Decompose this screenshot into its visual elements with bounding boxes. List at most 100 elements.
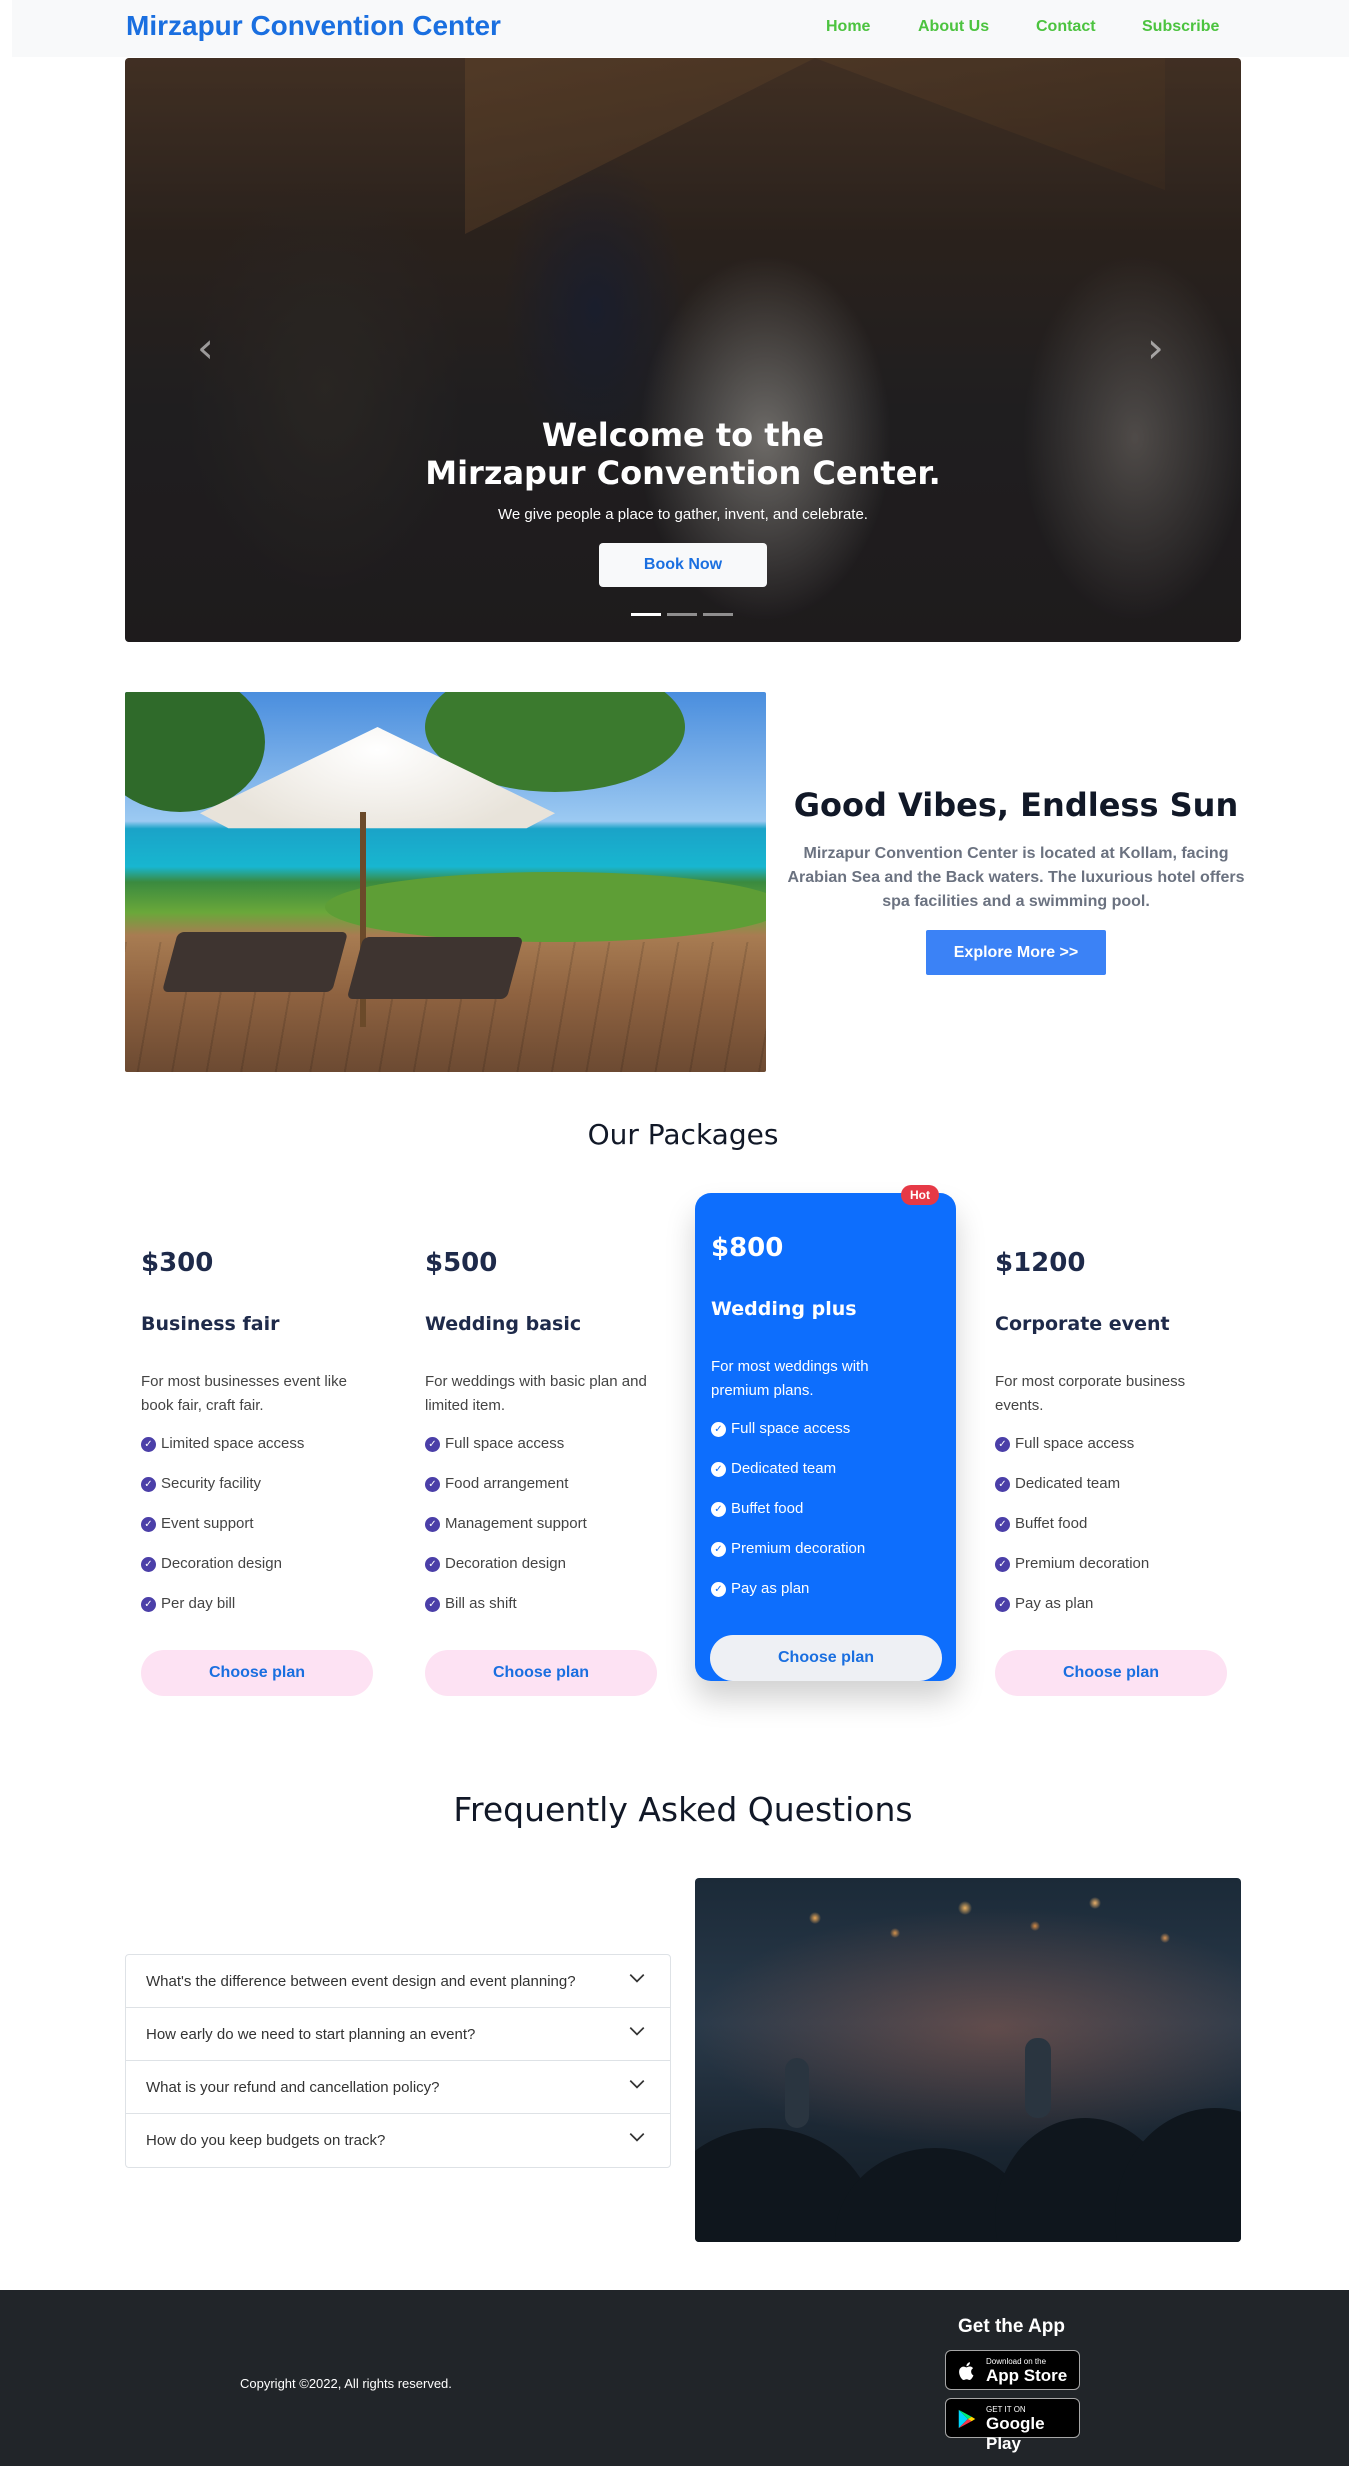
check-icon: ✓ [425,1477,440,1492]
package-feature-label: Pay as plan [731,1580,810,1597]
faq-question: What's the difference between event desi… [146,1973,576,1990]
package-feature: ✓ Decoration design [141,1555,304,1595]
carousel-indicator-1[interactable] [631,613,661,616]
hedge [325,872,766,942]
package-feature-label: Dedicated team [1015,1475,1121,1492]
package-feature-label: Pay as plan [1015,1595,1094,1612]
package-feature: ✓ Premium decoration [995,1555,1149,1595]
package-feature-label: Management support [445,1515,587,1532]
package-feature: ✓ Bill as shift [425,1595,587,1635]
brand-logo[interactable]: Mirzapur Convention Center [126,10,501,42]
package-card-business-fair: $300 Business fair For most businesses e… [125,1190,385,1710]
check-icon: ✓ [425,1437,440,1452]
check-icon: ✓ [711,1502,726,1517]
check-icon: ✓ [141,1437,156,1452]
explore-more-button[interactable]: Explore More >> [926,930,1106,975]
package-feature: ✓ Event support [141,1515,304,1555]
package-feature-label: Full space access [731,1420,851,1437]
google-play-icon [958,2409,976,2429]
faq-accordion: What's the difference between event desi… [125,1954,671,2168]
faq-question: How early do we need to start planning a… [146,2026,476,2043]
package-feature: ✓ Dedicated team [995,1475,1149,1515]
package-feature-label: Security facility [161,1475,262,1492]
faq-item[interactable]: What's the difference between event desi… [126,1955,670,2008]
check-icon: ✓ [141,1597,156,1612]
nav-link-subscribe[interactable]: Subscribe [1142,18,1232,36]
package-feature: ✓ Management support [425,1515,587,1555]
chevron-right-icon[interactable]: › [1147,323,1164,372]
nav-link-home[interactable]: Home [826,18,918,36]
hero-carousel: ‹ › Welcome to the Mirzapur Convention C… [125,58,1241,642]
faq-item[interactable]: What is your refund and cancellation pol… [126,2061,670,2114]
package-feature-label: Decoration design [161,1555,282,1572]
app-store-big-text: App Store [986,2366,1068,2385]
concert-crowd-image [695,1878,1241,2242]
faq-item[interactable]: How early do we need to start planning a… [126,2008,670,2061]
faq-title: Frequently Asked Questions [453,1790,913,1829]
raised-hand [1025,2038,1051,2118]
package-card-corporate-event: $1200 Corporate event For most corporate… [979,1190,1239,1710]
faq-item[interactable]: How do you keep budgets on track? [126,2114,670,2167]
package-price: $500 [425,1248,498,1278]
package-card-wedding-basic: $500 Wedding basic For weddings with bas… [409,1190,669,1710]
crowd-silhouette [1115,2108,1241,2242]
google-play-big-text: Google Play [986,2414,1045,2453]
package-feature: ✓ Full space access [425,1435,587,1475]
resort-pool-image [125,692,766,1072]
check-icon: ✓ [711,1462,726,1477]
package-card-wedding-plus: Hot $800 Wedding plus For most weddings … [695,1185,956,1681]
choose-plan-button[interactable]: Choose plan [141,1650,373,1696]
check-icon: ✓ [711,1422,726,1437]
check-icon: ✓ [711,1542,726,1557]
app-store-badge[interactable]: Download on the App Store [945,2350,1080,2390]
choose-plan-button[interactable]: Choose plan [995,1650,1227,1696]
choose-plan-button[interactable]: Choose plan [710,1635,942,1681]
chevron-left-icon[interactable]: ‹ [197,323,214,372]
package-feature-label: Full space access [1015,1435,1135,1452]
package-feature-label: Dedicated team [731,1460,837,1477]
get-app-title: Get the App [958,2316,1065,2337]
package-price: $300 [141,1248,214,1278]
carousel-indicator-3[interactable] [703,613,733,616]
chevron-down-icon [629,2027,645,2036]
package-desc: For most corporate business events. [995,1373,1186,1414]
package-feature-label: Event support [161,1515,254,1532]
feature-title: Good Vibes, Endless Sun [793,786,1239,824]
carousel-indicator-2[interactable] [667,613,697,616]
package-name: Corporate event [995,1313,1170,1335]
package-name: Business fair [141,1313,280,1335]
package-feature: ✓ Decoration design [425,1555,587,1595]
book-now-button[interactable]: Book Now [599,543,767,587]
package-feature: ✓ Full space access [995,1435,1149,1475]
check-icon: ✓ [995,1437,1010,1452]
choose-plan-button[interactable]: Choose plan [425,1650,657,1696]
chevron-down-icon [629,2133,645,2142]
raised-hand [785,2058,809,2128]
google-play-small-text: GET IT ON [986,2405,1026,2414]
package-desc: For weddings with basic plan and limited… [425,1373,647,1414]
package-feature: ✓ Pay as plan [995,1595,1149,1635]
package-desc: For most weddings with premium plans. [711,1358,869,1399]
check-icon: ✓ [995,1557,1010,1572]
package-feature: ✓ Security facility [141,1475,304,1515]
check-icon: ✓ [995,1477,1010,1492]
footer: Copyright ©2022, All rights reserved. Ge… [0,2290,1349,2466]
faq-question: How do you keep budgets on track? [146,2132,386,2149]
package-feature-label: Food arrangement [445,1475,569,1492]
package-price: $1200 [995,1248,1086,1278]
package-feature: ✓ Premium decoration [711,1540,865,1580]
package-features: ✓ Full space access ✓ Dedicated team ✓ Buff… [995,1435,1149,1635]
copyright-text: Copyright ©2022, All rights reserved. [240,2376,452,2391]
apple-icon [959,2362,974,2380]
package-name: Wedding basic [425,1313,582,1335]
nav-link-about[interactable]: About Us [918,18,1036,36]
faq-question: What is your refund and cancellation pol… [146,2079,440,2096]
package-name: Wedding plus [711,1298,857,1320]
hero-title: Welcome to the Mirzapur Convention Cente… [125,416,1241,492]
nav-link-contact[interactable]: Contact [1036,18,1142,36]
carousel-indicators [631,613,739,616]
google-play-badge[interactable]: GET IT ON Google Play [945,2398,1080,2453]
hero-subtitle: We give people a place to gather, invent… [498,506,868,523]
navbar: Mirzapur Convention Center Home About Us… [12,0,1349,57]
chevron-down-icon [629,1974,645,1983]
